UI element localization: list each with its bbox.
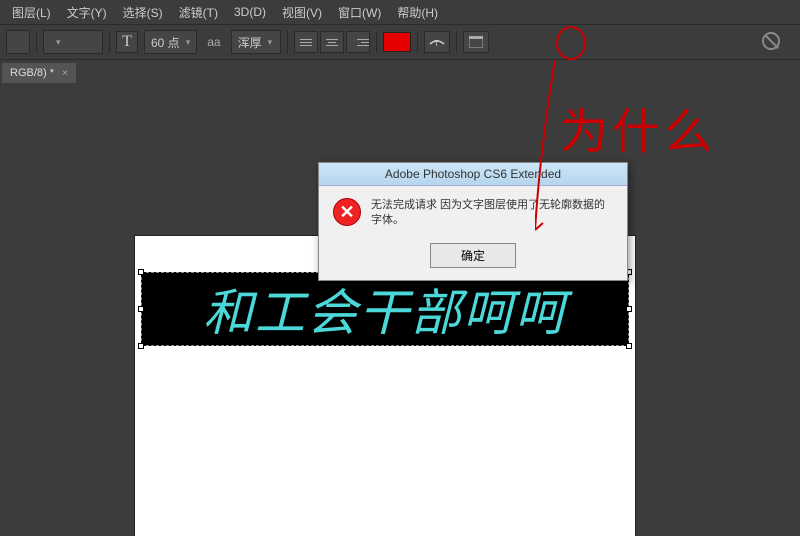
- character-panel-button[interactable]: [463, 31, 489, 53]
- svg-text:T: T: [434, 39, 439, 48]
- document-tab-label: RGB/8) *: [10, 67, 54, 79]
- font-family-dropdown[interactable]: [43, 30, 103, 54]
- antialias-label: aa: [203, 35, 224, 49]
- options-bar: T 60 点 aa 浑厚 T: [0, 24, 800, 60]
- transform-handle[interactable]: [626, 343, 632, 349]
- align-left-button[interactable]: [294, 31, 318, 53]
- transform-handle[interactable]: [626, 306, 632, 312]
- align-center-button[interactable]: [320, 31, 344, 53]
- text-color-swatch[interactable]: [383, 32, 411, 52]
- document-canvas[interactable]: 和工会干部呵呵: [135, 236, 635, 536]
- error-dialog: Adobe Photoshop CS6 Extended ✕ 无法完成请求 因为…: [318, 162, 628, 281]
- menu-view[interactable]: 视图(V): [274, 4, 330, 21]
- divider: [376, 31, 377, 53]
- ok-button[interactable]: 确定: [430, 243, 516, 268]
- type-size-icon: T: [116, 31, 138, 53]
- prohibit-icon: [762, 32, 780, 50]
- warp-text-button[interactable]: T: [424, 31, 450, 53]
- divider: [36, 31, 37, 53]
- error-icon: ✕: [333, 198, 361, 226]
- menu-text[interactable]: 文字(Y): [59, 4, 115, 21]
- document-tab[interactable]: RGB/8) * ×: [2, 63, 76, 83]
- menu-window[interactable]: 窗口(W): [330, 4, 389, 21]
- menu-layer[interactable]: 图层(L): [4, 4, 59, 21]
- divider: [417, 31, 418, 53]
- menu-help[interactable]: 帮助(H): [389, 4, 446, 21]
- divider: [109, 31, 110, 53]
- document-tabs: RGB/8) * ×: [0, 60, 800, 86]
- close-icon[interactable]: ×: [62, 68, 68, 79]
- dialog-title: Adobe Photoshop CS6 Extended: [319, 163, 627, 186]
- transform-handle[interactable]: [138, 306, 144, 312]
- align-right-button[interactable]: [346, 31, 370, 53]
- transform-handle[interactable]: [138, 269, 144, 275]
- annotation-circle: [556, 26, 586, 60]
- annotation-text: 为什么: [560, 92, 716, 162]
- dialog-body: ✕ 无法完成请求 因为文字图层使用了无轮廓数据的字体。: [319, 186, 627, 237]
- menu-select[interactable]: 选择(S): [115, 4, 171, 21]
- text-align-group: [294, 31, 370, 53]
- menu-filter[interactable]: 滤镜(T): [171, 4, 226, 21]
- dialog-actions: 确定: [319, 237, 627, 280]
- annotation-arrow: [555, 60, 557, 230]
- divider: [287, 31, 288, 53]
- menu-bar: 图层(L) 文字(Y) 选择(S) 滤镜(T) 3D(D) 视图(V) 窗口(W…: [0, 0, 800, 24]
- menu-3d[interactable]: 3D(D): [226, 5, 274, 19]
- tool-preset-picker[interactable]: [6, 30, 30, 54]
- font-size-dropdown[interactable]: 60 点: [144, 30, 197, 54]
- antialias-dropdown[interactable]: 浑厚: [231, 30, 281, 54]
- divider: [456, 31, 457, 53]
- transform-handle[interactable]: [138, 343, 144, 349]
- text-layer-content: 和工会干部呵呵: [203, 273, 567, 345]
- dialog-message: 无法完成请求 因为文字图层使用了无轮廓数据的字体。: [371, 198, 613, 229]
- text-layer[interactable]: 和工会干部呵呵: [141, 272, 629, 346]
